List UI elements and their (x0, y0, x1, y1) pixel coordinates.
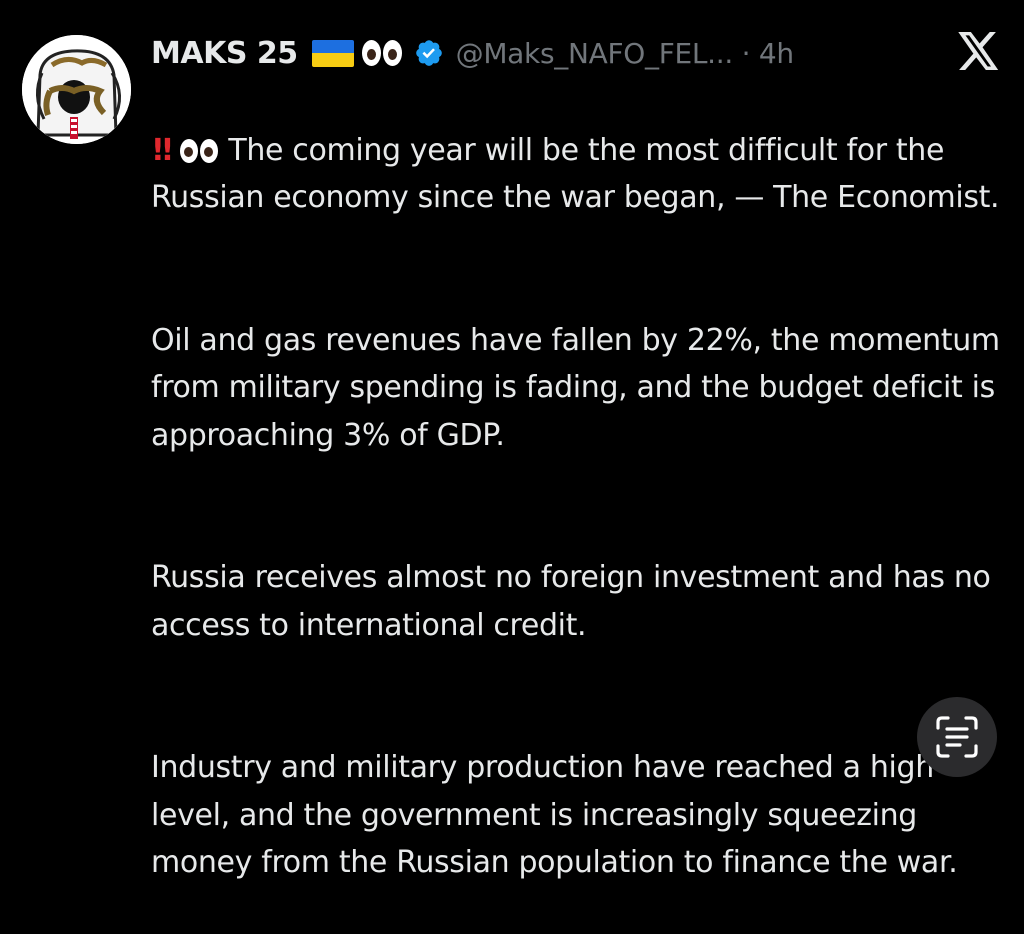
eyes-emoji-icon (180, 138, 219, 163)
tweet-header: MAKS 25 @Maks_NAFO_FEL... · 4h (151, 30, 794, 76)
tweet-paragraph-2: Oil and gas revenues have fallen by 22%,… (151, 322, 1000, 453)
double-exclamation-emoji-icon: !! (151, 132, 174, 168)
tweet-text: !! The coming year will be the most diffi… (151, 79, 1011, 934)
tweet-paragraph-4: Industry and military production have re… (151, 750, 958, 880)
avatar-image (22, 35, 131, 144)
tweet-paragraph-1: !! The coming year will be the most diffi… (151, 127, 1011, 222)
text-scan-icon (936, 716, 978, 758)
handle-and-time[interactable]: @Maks_NAFO_FEL... · 4h (456, 37, 794, 70)
text-scan-button[interactable] (917, 697, 997, 777)
x-logo-icon (958, 32, 1000, 70)
display-name[interactable]: MAKS 25 (151, 36, 298, 71)
timestamp[interactable]: 4h (759, 37, 794, 70)
avatar[interactable] (22, 35, 131, 144)
tweet-paragraph-3: Russia receives almost no foreign invest… (151, 560, 991, 643)
ukraine-flag-icon (311, 39, 354, 67)
separator-dot: · (741, 36, 751, 70)
tweet[interactable]: MAKS 25 @Maks_NAFO_FEL... · 4h !! The com… (0, 0, 1024, 880)
eyes-emoji-icon (361, 40, 402, 66)
tweet-line-1: The coming year will be the most difficu… (151, 132, 1000, 216)
handle[interactable]: @Maks_NAFO_FEL... (456, 37, 734, 70)
verified-badge-icon[interactable] (414, 38, 444, 68)
